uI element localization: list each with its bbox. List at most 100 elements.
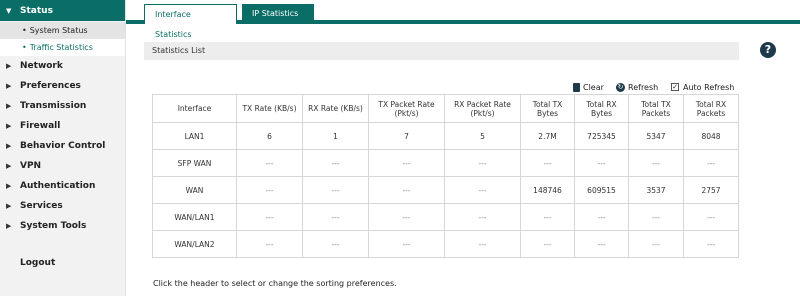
table-cell: --- [302,149,369,177]
clear-label: Clear [583,82,604,92]
logout-link[interactable]: Logout [0,254,126,272]
table-cell: --- [444,176,521,204]
table-cell: --- [368,203,445,231]
column-header-total-rx-packets[interactable]: Total RX Packets [683,94,739,123]
table-cell: --- [520,230,575,258]
column-header-total-tx-bytes[interactable]: Total TX Bytes [520,94,575,123]
table-cell: 725345 [574,122,629,150]
table-cell: 5 [444,122,521,150]
table-cell: --- [574,149,629,177]
sidebar-item-label: Status [20,5,53,16]
table-cell: WAN/LAN2 [152,230,237,258]
table-cell: WAN [152,176,237,204]
table-cell: 7 [368,122,445,150]
table-cell: --- [628,230,684,258]
sidebar-item-vpn[interactable]: ▶ VPN [0,156,125,176]
table-cell: SFP WAN [152,149,237,177]
chevron-down-icon: ▼ [6,6,12,15]
table-cell: --- [444,230,521,258]
table-row: WAN/LAN2 --- --- --- --- --- --- --- --- [152,230,739,258]
column-header-total-rx-bytes[interactable]: Total RX Bytes [574,94,629,123]
table-cell: 3537 [628,176,684,204]
table-cell: --- [368,176,445,204]
table-cell: LAN1 [152,122,237,150]
column-header-rx-packet-rate[interactable]: RX Packet Rate (Pkt/s) [444,94,521,123]
sidebar-item-label: Authentication [20,180,96,191]
column-header-total-tx-packets[interactable]: Total TX Packets [628,94,684,123]
help-icon[interactable]: ? [760,42,776,58]
sidebar-subitem-traffic-statistics[interactable]: • Traffic Statistics [0,39,125,56]
sidebar-item-transmission[interactable]: ▶ Transmission [0,96,125,116]
column-header-rx-rate[interactable]: RX Rate (KB/s) [302,94,369,123]
bullet-icon: • [22,26,27,35]
table-cell: --- [628,203,684,231]
table-cell: 2757 [683,176,739,204]
table-cell: 1 [302,122,369,150]
table-row: SFP WAN --- --- --- --- --- --- --- --- [152,149,739,177]
sidebar-item-label: Services [20,200,63,211]
table-cell: --- [236,149,303,177]
column-header-tx-packet-rate[interactable]: TX Packet Rate (Pkt/s) [368,94,445,123]
table-cell: 5347 [628,122,684,150]
table-cell: --- [368,230,445,258]
table-cell: --- [302,230,369,258]
table-cell: --- [302,176,369,204]
table-cell: --- [683,230,739,258]
table-cell: --- [236,203,303,231]
column-header-tx-rate[interactable]: TX Rate (KB/s) [236,94,303,123]
sidebar-item-firewall[interactable]: ▶ Firewall [0,116,125,136]
chevron-right-icon: ▶ [6,61,12,70]
column-header-interface[interactable]: Interface [152,94,237,123]
table-row: WAN/LAN1 --- --- --- --- --- --- --- --- [152,203,739,231]
refresh-button[interactable]: ↻ Refresh [616,81,658,93]
tab-ip-statistics[interactable]: IP Statistics [242,4,314,24]
sidebar-item-label: Preferences [20,80,81,91]
sidebar-item-label: Behavior Control [20,140,106,151]
table-row: WAN --- --- --- --- 148746 609515 3537 2… [152,176,739,204]
sidebar-subitem-label: System Status [29,26,88,35]
sidebar-subitem-system-status[interactable]: • System Status [0,22,125,39]
section-title: Statistics List [144,42,739,60]
table-cell: WAN/LAN1 [152,203,237,231]
table-cell: 8048 [683,122,739,150]
table-cell: --- [574,230,629,258]
sidebar-item-behavior-control[interactable]: ▶ Behavior Control [0,136,125,156]
table-row: LAN1 6 1 7 5 2.7M 725345 5347 8048 [152,122,739,150]
table-cell: --- [574,203,629,231]
table-cell: --- [444,203,521,231]
chevron-right-icon: ▶ [6,121,12,130]
tab-interface-statistics[interactable]: Interface Statistics [144,4,237,39]
table-cell: --- [302,203,369,231]
bullet-icon: • [22,43,27,52]
table-cell: --- [520,203,575,231]
sidebar-subitem-label: Traffic Statistics [29,43,93,52]
sidebar-item-authentication[interactable]: ▶ Authentication [0,176,125,196]
sidebar-item-label: Network [20,60,63,71]
table-cell: 6 [236,122,303,150]
auto-refresh-toggle: ✓ Auto Refresh [671,81,734,93]
table-cell: 2.7M [520,122,575,150]
sidebar-item-system-tools[interactable]: ▶ System Tools [0,216,125,236]
table-cell: --- [236,176,303,204]
chevron-right-icon: ▶ [6,81,12,90]
table-cell: --- [628,149,684,177]
sidebar-item-services[interactable]: ▶ Services [0,196,125,216]
table-header-row: Interface TX Rate (KB/s) RX Rate (KB/s) … [152,94,739,123]
tab-bar: Interface Statistics IP Statistics [126,0,800,39]
sidebar-item-label: Firewall [20,120,61,131]
sidebar-item-preferences[interactable]: ▶ Preferences [0,76,125,96]
refresh-label: Refresh [628,82,659,92]
sidebar-item-label: System Tools [20,220,87,231]
sidebar-item-label: VPN [20,160,42,171]
sidebar-item-status[interactable]: ▼ Status [0,0,125,22]
sidebar: ▼ Status • System Status • Traffic Statist… [0,0,126,296]
table-cell: --- [683,149,739,177]
chevron-right-icon: ▶ [6,181,12,190]
table-cell: 609515 [574,176,629,204]
chevron-right-icon: ▶ [6,201,12,210]
sidebar-item-network[interactable]: ▶ Network [0,56,125,76]
chevron-right-icon: ▶ [6,161,12,170]
table-cell: 148746 [520,176,575,204]
clear-button[interactable]: Clear [573,81,604,93]
auto-refresh-checkbox[interactable]: ✓ [671,83,679,91]
